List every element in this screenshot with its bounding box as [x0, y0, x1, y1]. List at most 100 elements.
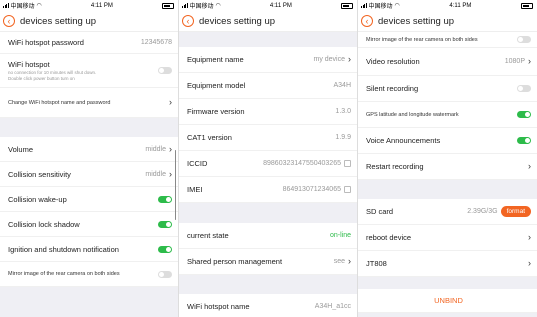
row-value: 12345678 — [140, 39, 172, 46]
mirror-row: Mirror image of the rear camera on both … — [0, 262, 178, 287]
wifi-icon: ◠ — [36, 3, 42, 9]
nav-bar: ‹ devices setting up — [179, 11, 357, 32]
chevron-right-icon: › — [528, 56, 531, 66]
nav-bar: ‹ devices setting up — [358, 11, 537, 32]
collision-sensitivity-row[interactable]: Collision sensitivity middle › — [0, 162, 178, 187]
format-button[interactable]: format — [500, 206, 531, 217]
row-value-group: see › — [334, 257, 351, 266]
row-label: current state — [187, 231, 229, 240]
row-label: IMEI — [187, 185, 203, 194]
restart-recording-row[interactable]: Restart recording › — [358, 154, 537, 180]
collision-lock-row: Collision lock shadow — [0, 212, 178, 237]
collision-lock-toggle[interactable] — [158, 220, 172, 228]
current-state-row: current state on-line — [179, 223, 357, 249]
silent-recording-toggle[interactable] — [517, 85, 531, 92]
row-label: WiFi hotspot name — [187, 302, 250, 311]
page-title: devices setting up — [199, 15, 276, 27]
row-label: Voice Announcements — [366, 136, 441, 145]
settings-screen-2: 中国移动 ◠ 4:11 PM ‹ devices setting up Equi… — [179, 0, 358, 317]
reboot-row[interactable]: reboot device › — [358, 225, 537, 251]
carrier-text: 中国移动 — [368, 4, 393, 10]
gps-row: GPS latitude and longitude watermark — [358, 102, 537, 128]
back-icon[interactable]: ‹ — [182, 15, 194, 27]
shared-row[interactable]: Shared person management see › — [179, 249, 357, 275]
settings-screen-1: 中国移动 ◠ 4:11 PM ‹ devices setting up WiFi… — [0, 0, 179, 317]
chevron-right-icon: › — [348, 54, 351, 64]
row-label: CAT1 version — [187, 133, 232, 142]
collision-wakeup-toggle[interactable] — [158, 195, 172, 203]
mirror-toggle[interactable] — [158, 270, 172, 278]
row-value: 1.9.9 — [335, 134, 351, 141]
status-time: 4:11 PM — [449, 2, 472, 9]
nav-bar: ‹ devices setting up — [0, 11, 178, 32]
section-gap — [179, 203, 357, 223]
section-gap — [179, 275, 357, 294]
settings-screen-3: 中国移动 ◠ 4:11 PM ‹ devices setting up Mirr… — [358, 0, 537, 317]
settings-list: WiFi hotspot password 12345678 WiFi hots… — [0, 32, 178, 287]
row-label: WiFi hotspot — [8, 59, 50, 69]
row-value: A34H — [333, 82, 351, 89]
copy-icon[interactable] — [344, 186, 351, 193]
gps-toggle[interactable] — [517, 111, 531, 118]
battery-icon — [520, 2, 533, 9]
row-label: Mirror image of the rear camera on both … — [8, 271, 120, 277]
row-label: ICCID — [187, 159, 208, 168]
row-label: Collision sensitivity — [8, 169, 71, 179]
wifi-name-row[interactable]: WiFi hotspot name A34H_a1cc — [179, 294, 357, 317]
wifi-password-row[interactable]: WiFi hotspot password 12345678 — [0, 32, 178, 54]
section-gap — [358, 277, 537, 289]
unbind-button[interactable]: UNBIND — [358, 289, 537, 313]
carrier-text: 中国移动 — [189, 4, 214, 10]
row-label: JT808 — [366, 259, 387, 268]
battery-icon — [340, 2, 353, 9]
voice-toggle[interactable] — [517, 137, 531, 144]
signal-icon — [3, 3, 9, 8]
row-label: GPS latitude and longitude watermark — [366, 111, 459, 118]
back-icon[interactable]: ‹ — [361, 15, 373, 27]
ignition-toggle[interactable] — [158, 245, 172, 253]
status-bar: 中国移动 ◠ 4:11 PM — [179, 0, 357, 11]
video-resolution-row[interactable]: Video resolution 1080P › — [358, 48, 537, 76]
row-value: my device — [313, 56, 345, 63]
scrollbar[interactable] — [174, 150, 176, 220]
row-label: Silent recording — [366, 84, 419, 93]
row-value-group: middle › — [145, 169, 172, 179]
change-wifi-row[interactable]: Change WiFi hotspot name and password › — [0, 88, 178, 118]
chevron-right-icon: › — [528, 258, 531, 268]
imei-row[interactable]: IMEI 864913071234065 — [179, 177, 357, 203]
row-label: Firmware version — [187, 107, 245, 116]
jt808-row[interactable]: JT808 › — [358, 251, 537, 277]
equipment-name-row[interactable]: Equipment name my device › — [179, 47, 357, 73]
row-value-group: 2.39G/3G format — [467, 206, 531, 217]
chevron-right-icon: › — [528, 232, 531, 242]
copy-icon[interactable] — [344, 160, 351, 167]
section-gap — [0, 118, 178, 137]
row-value: 1080P — [504, 58, 525, 65]
signal-icon — [361, 3, 367, 8]
chevron-right-icon: › — [528, 161, 531, 171]
chevron-right-icon: › — [348, 256, 351, 266]
status-time: 4:11 PM — [269, 2, 292, 9]
row-note: no connection for 10 minutes will shut d… — [8, 69, 97, 81]
row-label: Collision lock shadow — [8, 219, 80, 229]
back-icon[interactable]: ‹ — [3, 15, 15, 27]
row-label: Video resolution — [366, 57, 420, 66]
status-time: 4:11 PM — [90, 2, 113, 9]
row-value: on-line — [329, 232, 351, 239]
row-label: Ignition and shutdown notification — [8, 244, 119, 254]
row-label: Equipment model — [187, 81, 246, 90]
wifi-hotspot-row: WiFi hotspot no connection for 10 minute… — [0, 54, 178, 88]
wifi-hotspot-toggle[interactable] — [158, 67, 172, 74]
status-left: 中国移动 ◠ — [3, 1, 42, 10]
status-left: 中国移动 ◠ — [361, 1, 400, 10]
iccid-row[interactable]: ICCID 89860323147550403265 — [179, 151, 357, 177]
row-label: Mirror image of the rear camera on both … — [366, 36, 478, 43]
mirror-toggle[interactable] — [517, 36, 531, 43]
row-value-group: 89860323147550403265 — [263, 160, 351, 167]
battery-icon — [161, 2, 174, 9]
section-gap — [179, 32, 357, 47]
volume-row[interactable]: Volume middle › — [0, 137, 178, 162]
settings-list: Mirror image of the rear camera on both … — [358, 32, 537, 313]
row-label: Change WiFi hotspot name and password — [8, 99, 111, 106]
row-value-group: 1080P › — [505, 57, 531, 66]
